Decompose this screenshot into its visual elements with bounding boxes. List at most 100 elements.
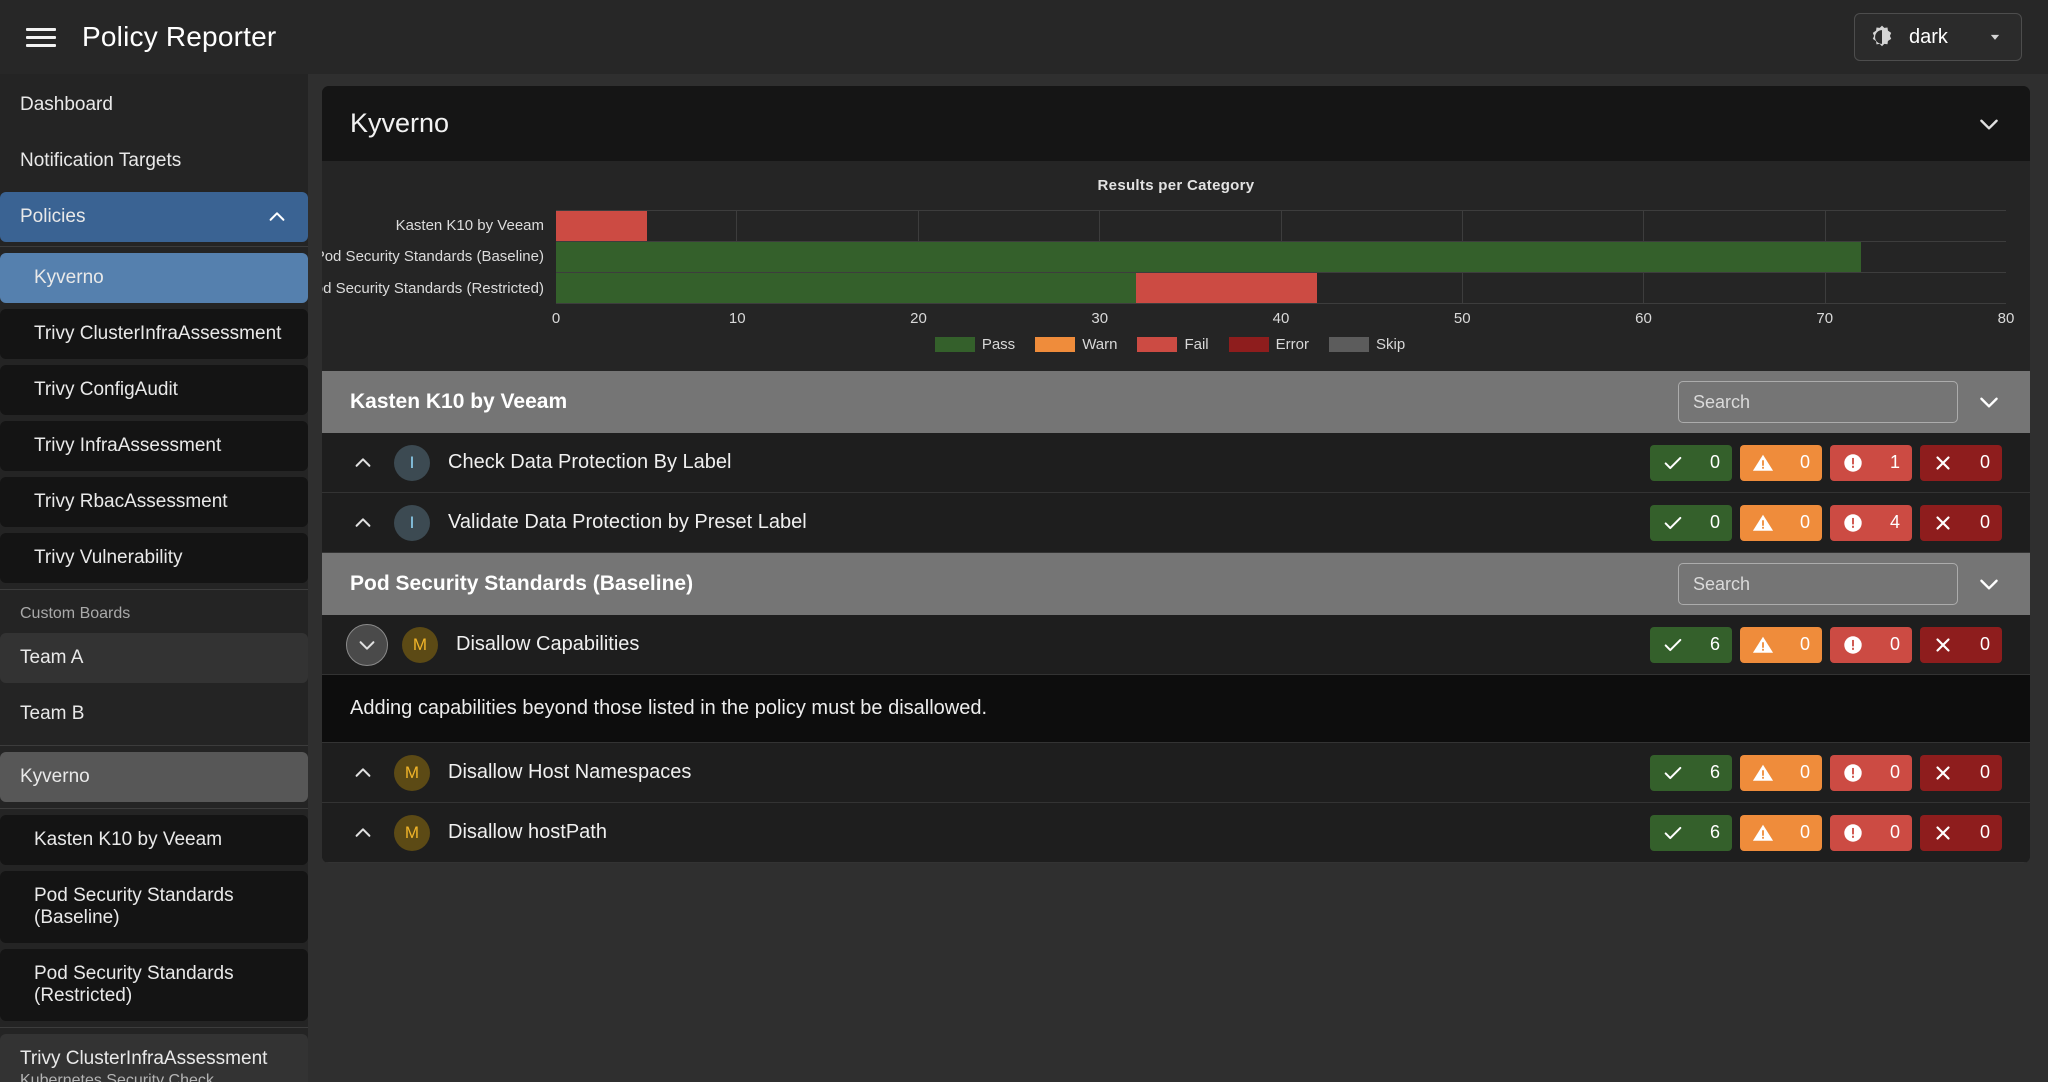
sidebar-item-kyverno[interactable]: Kyverno <box>0 752 308 802</box>
chart-legend-item[interactable]: Fail <box>1137 336 1209 353</box>
chart-x-tick: 50 <box>1453 310 1471 327</box>
badge-count: 0 <box>1709 512 1720 532</box>
chart-legend-swatch <box>1328 337 1369 352</box>
severity-avatar: I <box>394 444 430 481</box>
check-icon <box>1662 634 1684 656</box>
sidebar-item-trivy-vulnerability[interactable]: Trivy Vulnerability <box>0 533 308 583</box>
sidebar-item-notification-targets[interactable]: Notification Targets <box>0 136 308 186</box>
policy-row[interactable]: M Disallow Capabilities 6 0 0 0 <box>322 615 2030 675</box>
badge-fail[interactable]: 1 <box>1830 444 1912 481</box>
policy-row[interactable]: M Disallow Host Namespaces 6 0 0 0 <box>322 743 2030 803</box>
badge-fail[interactable]: 0 <box>1830 754 1912 791</box>
sidebar-item-trivy-configaudit[interactable]: Trivy ConfigAudit <box>0 365 308 415</box>
policy-toggle-button[interactable] <box>346 452 380 474</box>
badge-count: 0 <box>1979 634 1990 654</box>
chart-x-tick: 10 <box>728 310 746 327</box>
chart-legend-item[interactable]: Warn <box>1035 336 1117 353</box>
chart-plot-area: Kasten K10 by Veeam Pod Security Standard… <box>322 210 2006 304</box>
badge-fail[interactable]: 4 <box>1830 504 1912 541</box>
badge-warn[interactable]: 0 <box>1740 814 1822 851</box>
chart-legend-label: Warn <box>1082 336 1118 353</box>
policy-row[interactable]: I Check Data Protection By Label 0 0 1 0 <box>322 433 2030 493</box>
badge-pass[interactable]: 0 <box>1650 504 1732 541</box>
card-title: Kyverno <box>350 108 450 138</box>
chevron-down-icon[interactable] <box>1976 571 2002 597</box>
severity-avatar: M <box>402 626 438 663</box>
chart-x-tick: 60 <box>1635 310 1652 327</box>
chevron-down-icon <box>356 634 378 656</box>
badge-pass[interactable]: 6 <box>1650 754 1732 791</box>
policy-row[interactable]: I Validate Data Protection by Preset Labe… <box>322 493 2030 553</box>
results-per-category-chart: Results per Category Kasten K10 by Veeam… <box>322 161 2030 371</box>
result-badges: 6 0 0 0 <box>1650 754 2002 791</box>
badge-error[interactable]: 0 <box>1920 504 2002 541</box>
policy-row[interactable]: M Disallow hostPath 6 0 0 0 <box>322 803 2030 863</box>
badge-count: 0 <box>1799 762 1810 782</box>
badge-pass[interactable]: 6 <box>1650 626 1732 663</box>
badge-warn[interactable]: 0 <box>1740 444 1822 481</box>
sidebar-item-label: Trivy ConfigAudit <box>34 379 178 400</box>
badge-fail[interactable]: 0 <box>1830 626 1912 663</box>
sidebar-item-trivy-clusterinfraassessment[interactable]: Trivy ClusterInfraAssessment Kubernetes S… <box>0 1034 308 1082</box>
badge-warn[interactable]: 0 <box>1740 504 1822 541</box>
badge-error[interactable]: 0 <box>1920 444 2002 481</box>
sidebar-item-label: Pod Security Standards (Baseline) <box>34 885 234 928</box>
policy-toggle-button[interactable] <box>346 623 388 666</box>
sidebar-item-team-a[interactable]: Team A <box>0 633 308 683</box>
sidebar-item-policies[interactable]: Policies <box>0 192 308 242</box>
badge-count: 6 <box>1709 822 1720 842</box>
page-title: Policy Reporter <box>82 21 277 52</box>
kyverno-card: Kyverno Results per Category Kasten K10 … <box>322 86 2030 863</box>
sidebar-divider <box>0 1027 308 1028</box>
sidebar-item-pod-security-standards-baseline[interactable]: Pod Security Standards (Baseline) <box>0 871 308 943</box>
policy-groups: Kasten K10 by Veeam I Check Data Protectio… <box>322 371 2030 863</box>
chevron-down-icon[interactable] <box>1985 27 2005 47</box>
policy-toggle-button[interactable] <box>346 822 380 844</box>
badge-count: 6 <box>1709 634 1720 654</box>
badge-warn[interactable]: 0 <box>1740 626 1822 663</box>
chart-legend-item[interactable]: Skip <box>1328 336 1406 353</box>
policy-group-title: Kasten K10 by Veeam <box>350 390 568 413</box>
theme-selector[interactable]: dark <box>1854 13 2022 61</box>
result-badges: 0 0 4 0 <box>1650 504 2002 541</box>
hamburger-menu-icon[interactable] <box>26 22 56 52</box>
chart-x-tick: 0 <box>551 310 561 327</box>
badge-error[interactable]: 0 <box>1920 754 2002 791</box>
badge-pass[interactable]: 6 <box>1650 814 1732 851</box>
sidebar-item-label: Trivy InfraAssessment <box>34 435 222 456</box>
badge-error[interactable]: 0 <box>1920 626 2002 663</box>
policy-name: Disallow hostPath <box>448 821 607 843</box>
badge-fail[interactable]: 0 <box>1830 814 1912 851</box>
sidebar-item-kasten-k10-by-veeam[interactable]: Kasten K10 by Veeam <box>0 815 308 865</box>
badge-count: 0 <box>1889 634 1900 654</box>
policy-group-title: Pod Security Standards (Baseline) <box>350 572 694 595</box>
chart-stacked-bar <box>556 273 2006 303</box>
sidebar-item-trivy-rbacassessment[interactable]: Trivy RbacAssessment <box>0 477 308 527</box>
card-header[interactable]: Kyverno <box>322 86 2030 161</box>
chart-legend-item[interactable]: Error <box>1228 336 1309 353</box>
badge-count: 0 <box>1889 762 1900 782</box>
badge-pass[interactable]: 0 <box>1650 444 1732 481</box>
chart-bar-segment-pass <box>556 273 1136 303</box>
chart-legend-label: Skip <box>1375 336 1406 353</box>
policy-name: Check Data Protection By Label <box>448 451 732 473</box>
sidebar-item-dashboard[interactable]: Dashboard <box>0 80 308 130</box>
sidebar-item-trivy-clusterinfraassessment[interactable]: Trivy ClusterInfraAssessment <box>0 309 308 359</box>
sidebar-item-team-b[interactable]: Team B <box>0 689 308 739</box>
sidebar-item-trivy-infraassessment[interactable]: Trivy InfraAssessment <box>0 421 308 471</box>
badge-warn[interactable]: 0 <box>1740 754 1822 791</box>
chart-legend-item[interactable]: Pass <box>934 336 1015 353</box>
badge-error[interactable]: 0 <box>1920 814 2002 851</box>
chart-bar-row <box>556 242 2006 273</box>
chevron-down-icon[interactable] <box>1976 389 2002 415</box>
policy-toggle-button[interactable] <box>346 512 380 534</box>
policy-toggle-button[interactable] <box>346 762 380 784</box>
search-input[interactable] <box>1678 381 1958 423</box>
chevron-up-icon <box>352 822 374 844</box>
search-input[interactable] <box>1678 563 1958 605</box>
sidebar-item-pod-security-standards-restricted[interactable]: Pod Security Standards (Restricted) <box>0 949 308 1021</box>
chevron-down-icon[interactable] <box>1976 111 2002 137</box>
sidebar-divider <box>0 246 308 247</box>
sidebar-item-kyverno[interactable]: Kyverno <box>0 253 308 303</box>
badge-count: 1 <box>1889 452 1900 472</box>
